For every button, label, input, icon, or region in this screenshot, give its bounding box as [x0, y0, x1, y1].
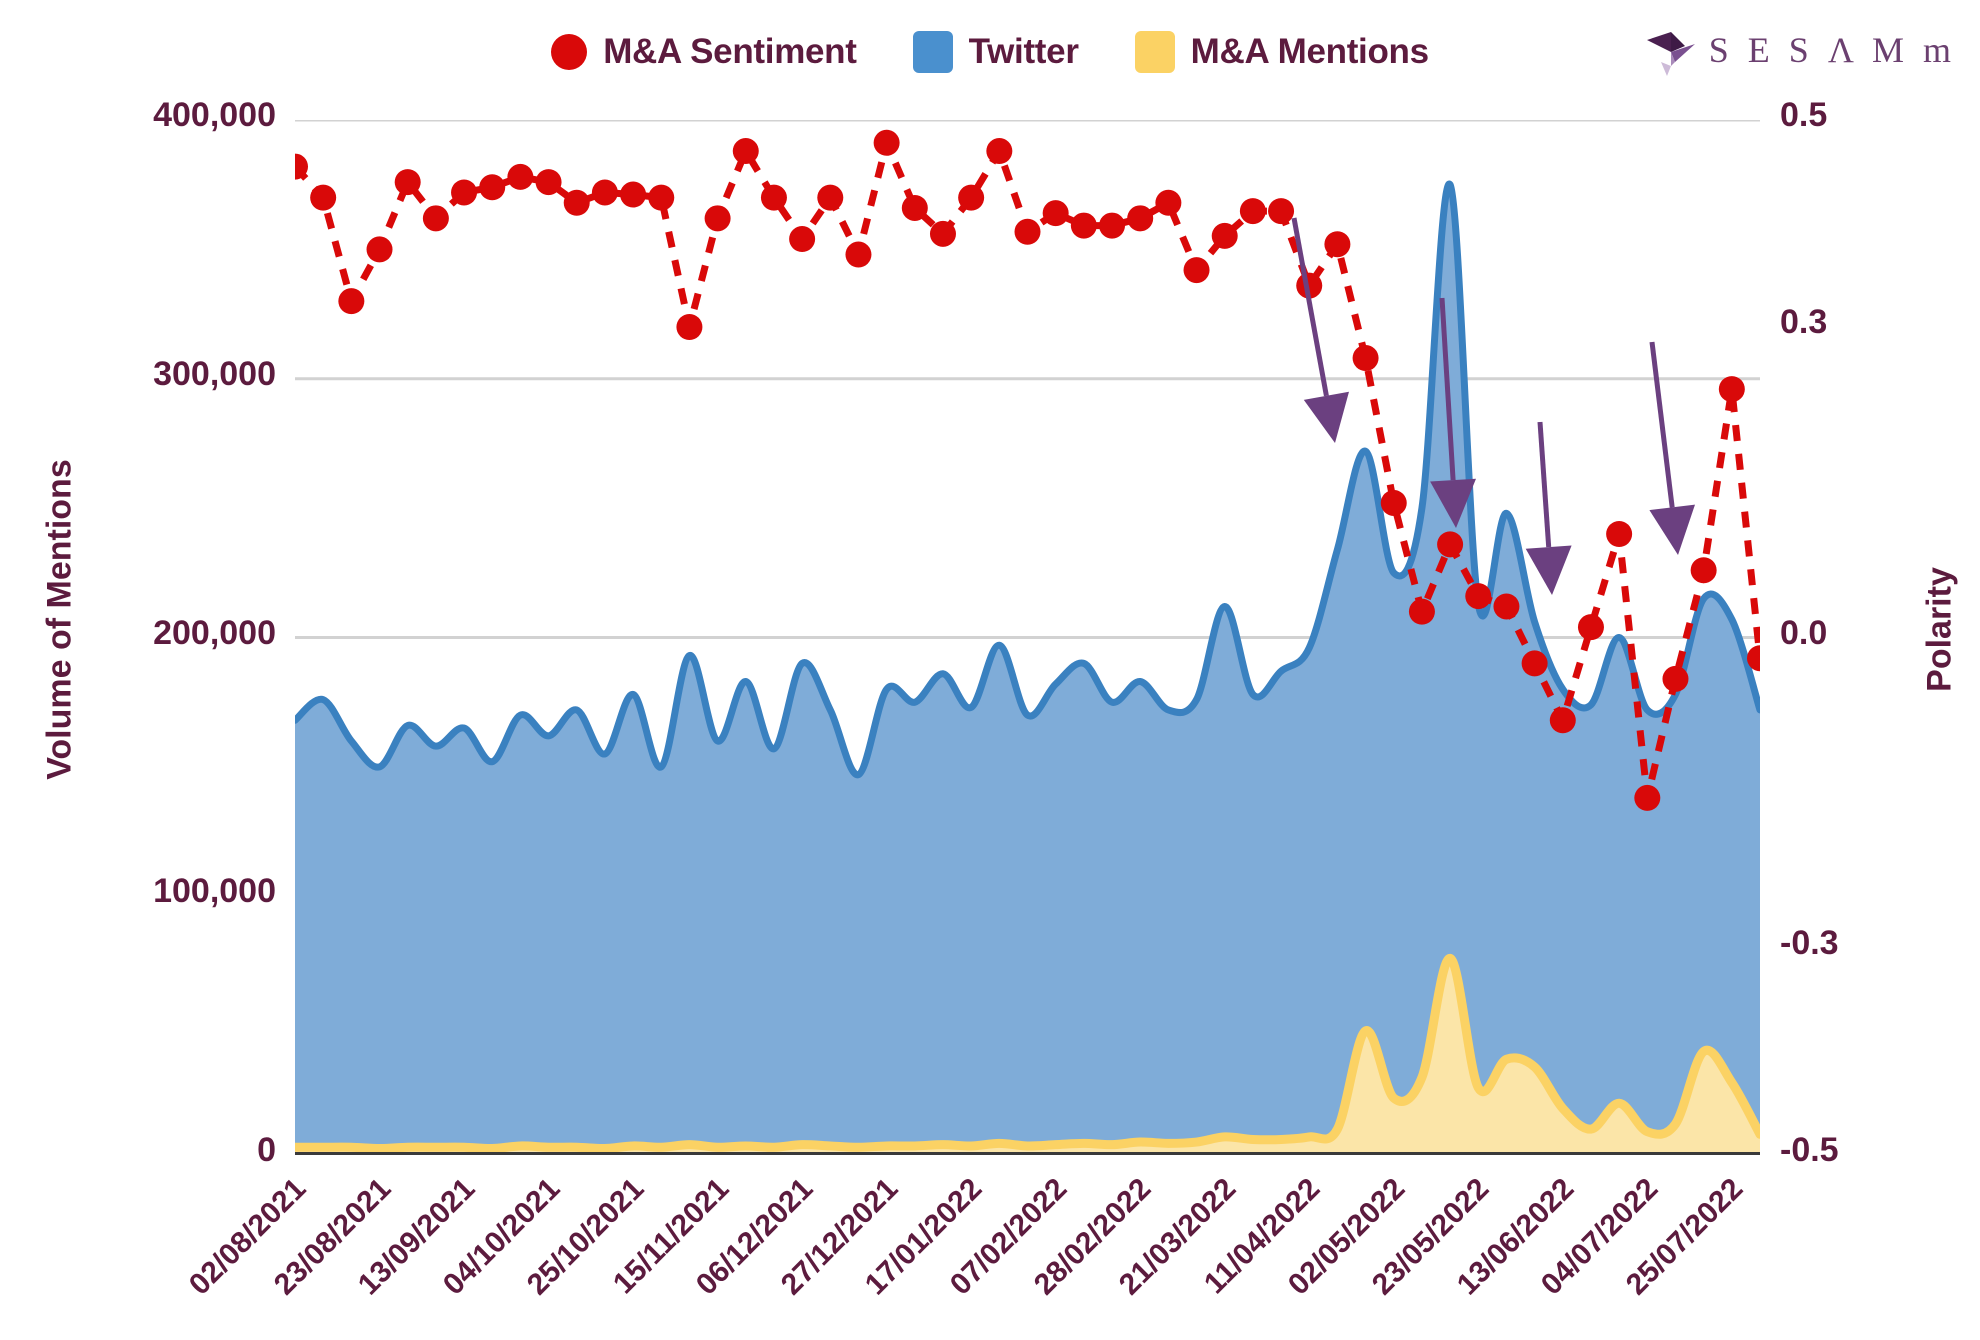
plot-area [295, 120, 1760, 1155]
sentiment-point [1014, 218, 1041, 245]
y-right-tick-3: -0.3 [1780, 924, 1839, 962]
legend-item-sentiment[interactable]: M&A Sentiment [551, 32, 857, 72]
sentiment-point [310, 184, 337, 211]
sentiment-point [1211, 222, 1238, 249]
sentiment-point [338, 288, 365, 315]
sentiment-point [1042, 200, 1069, 227]
sentiment-point [422, 205, 449, 232]
twitter-swatch-icon [912, 31, 953, 73]
sentiment-point [1690, 557, 1717, 584]
y-right-tick-0: 0.5 [1780, 96, 1828, 134]
sentiment-point [1634, 784, 1661, 811]
sentiment-point [366, 236, 393, 263]
y-left-tick-4: 0 [257, 1131, 276, 1169]
y-left-tick-0: 400,000 [153, 96, 276, 134]
sentiment-point [1268, 198, 1295, 225]
sentiment-point [873, 129, 900, 156]
y-right-tick-4: -0.5 [1780, 1131, 1839, 1169]
sentiment-point [986, 138, 1013, 165]
y-left-tick-1: 300,000 [153, 354, 276, 393]
sentiment-point [817, 184, 844, 211]
mentions-swatch-icon [1134, 31, 1175, 73]
sentiment-point [507, 163, 534, 190]
sentiment-point [676, 314, 703, 340]
sentiment-point [1718, 376, 1745, 403]
sentiment-point [1521, 650, 1548, 677]
sentiment-point [1437, 531, 1464, 558]
sentiment-point [704, 205, 731, 232]
sentiment-point [451, 179, 478, 206]
sentiment-point [535, 169, 562, 196]
sentiment-point [1070, 212, 1097, 239]
sentiment-point [394, 169, 421, 196]
sentiment-point [620, 181, 647, 208]
y-left-tick-3: 100,000 [153, 872, 276, 911]
y-right-tick-1: 0.3 [1780, 303, 1828, 341]
sentiment-point [958, 184, 985, 211]
legend-label-twitter: Twitter [968, 32, 1079, 71]
brand-logo: S E S Λ M m [1645, 22, 1956, 78]
legend-item-twitter[interactable]: Twitter [912, 31, 1079, 73]
sentiment-point [648, 184, 675, 211]
sentiment-point [1296, 272, 1323, 299]
sentiment-point [1380, 489, 1407, 516]
sentiment-point [1606, 521, 1633, 547]
legend-label-mentions: M&A Mentions [1190, 32, 1429, 71]
sentiment-point [901, 194, 928, 221]
sentiment-point [1465, 583, 1492, 610]
chart-svg [295, 120, 1760, 1155]
sentiment-point [1239, 198, 1266, 225]
sentiment-point [479, 174, 506, 201]
sentiment-point [1577, 614, 1604, 641]
sentiment-point [760, 184, 787, 211]
legend-item-mentions[interactable]: M&A Mentions [1134, 31, 1429, 73]
y-left-tick-2: 200,000 [153, 613, 276, 652]
sentiment-point [1183, 257, 1210, 284]
legend-label-sentiment: M&A Sentiment [603, 32, 857, 71]
sentiment-point [1352, 345, 1379, 372]
sesamm-origami-logo-icon [1646, 32, 1695, 76]
sentiment-point [1127, 205, 1154, 232]
sentiment-point [1493, 593, 1520, 620]
sentiment-point [591, 179, 618, 206]
sentiment-point [929, 220, 956, 247]
sentiment-point [732, 138, 759, 165]
sentiment-point [1408, 598, 1435, 625]
sentiment-point [1099, 212, 1126, 239]
sentiment-point [1155, 189, 1182, 216]
sentiment-marker-icon [551, 34, 588, 70]
sentiment-point [1324, 231, 1351, 258]
sentiment-point [1662, 665, 1689, 692]
sentiment-point [563, 189, 590, 216]
y-right-tick-2: 0.0 [1780, 613, 1828, 652]
sentiment-point [845, 241, 872, 268]
sentiment-point [1549, 707, 1576, 734]
chart-page: M&A Sentiment Twitter M&A Mentions S E S… [0, 0, 1980, 1340]
sentiment-point [789, 226, 816, 253]
brand-wordmark: S E S Λ M m [1708, 30, 1956, 70]
